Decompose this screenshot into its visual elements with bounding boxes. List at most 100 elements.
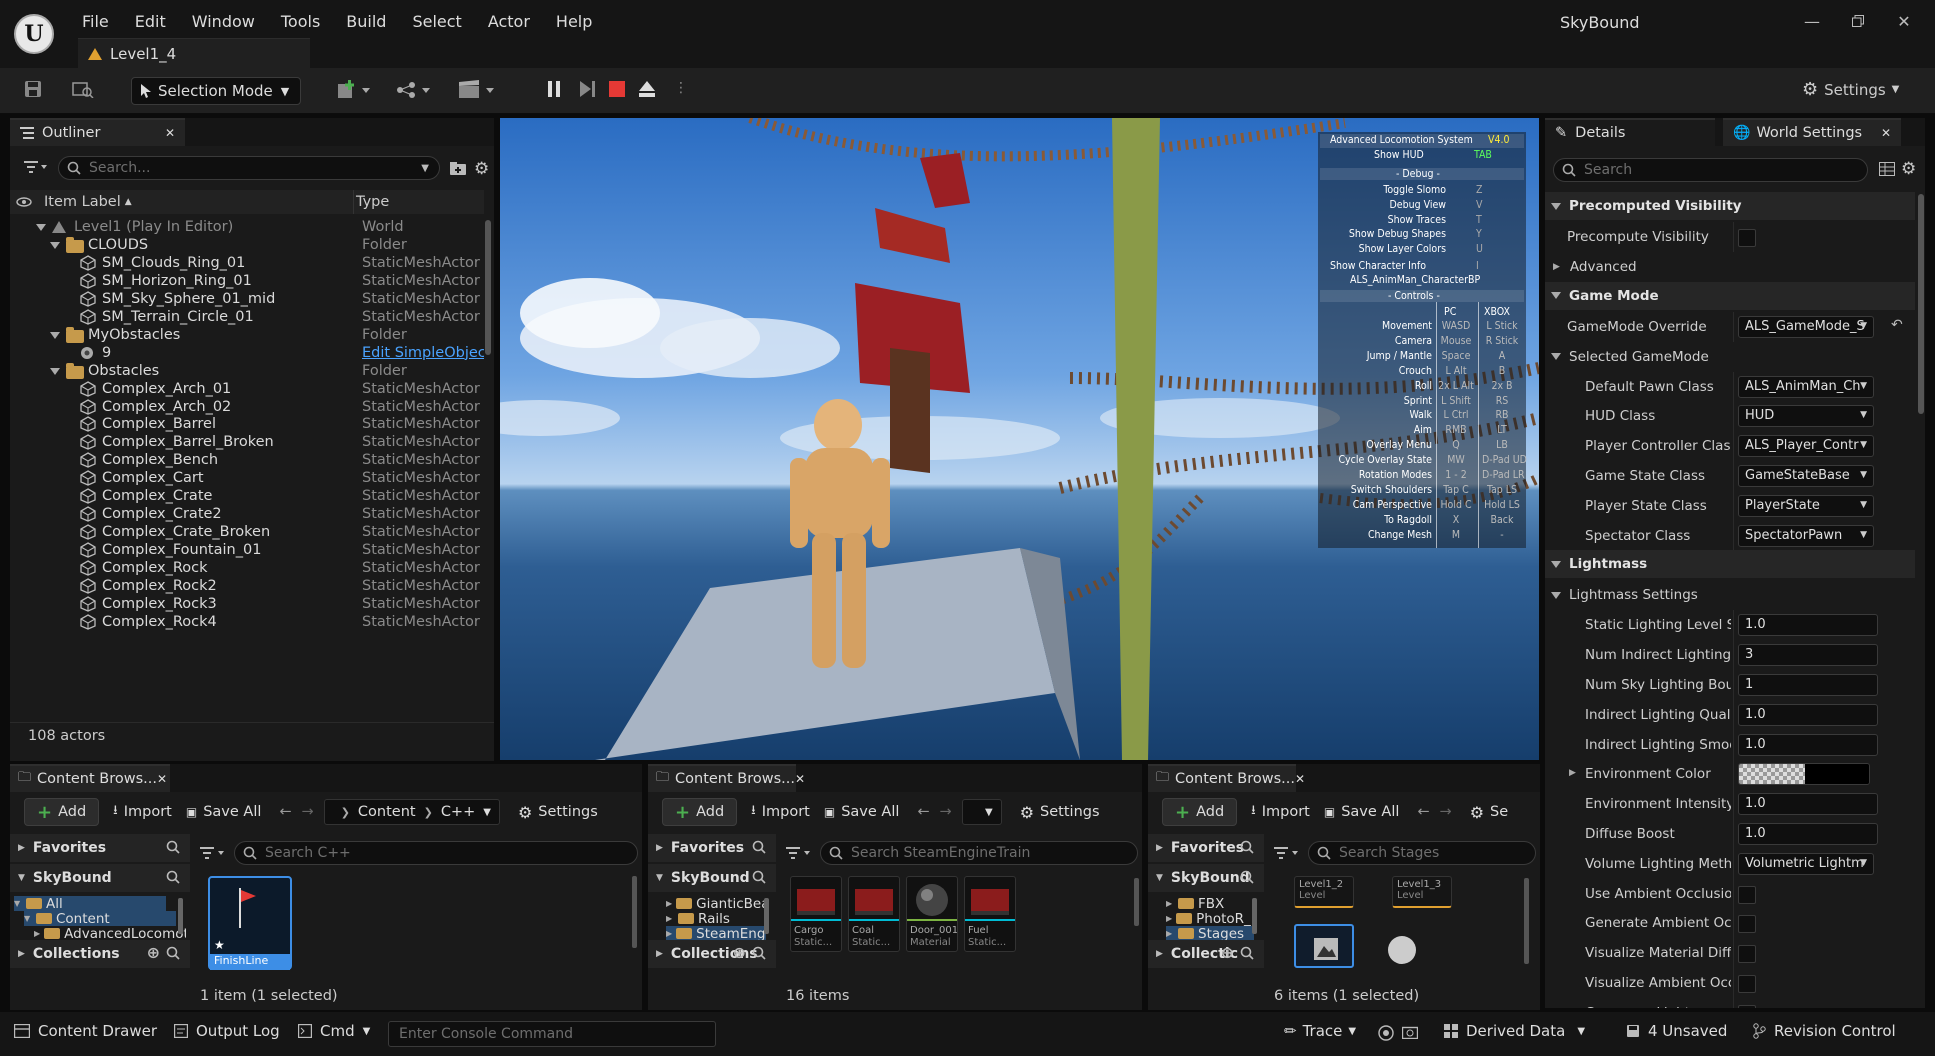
menu-tools[interactable]: Tools	[281, 12, 320, 31]
menu-build[interactable]: Build	[346, 12, 386, 31]
cb-search-input[interactable]: Search C++	[234, 841, 638, 865]
expand-arrow-icon[interactable]: ▶	[1553, 262, 1560, 272]
outliner-row[interactable]: Complex_Rock4 StaticMeshActor	[10, 611, 484, 633]
world-settings-tab[interactable]: 🌐 World Settings ✕	[1723, 118, 1901, 146]
cb-settings-button[interactable]: ⚙ Settings	[1020, 803, 1100, 822]
cb-import-button[interactable]: ⭳ Import	[751, 801, 810, 823]
add-collection-icon[interactable]: ⊕	[1221, 943, 1234, 962]
cb-tree-item[interactable]: ▼ All	[14, 896, 166, 911]
cb-import-button[interactable]: ⭳ Import	[1251, 801, 1310, 823]
menu-window[interactable]: Window	[192, 12, 255, 31]
tree-arrow-icon[interactable]: ▶	[666, 929, 672, 938]
cb-path-breadcrumb[interactable]: ❯ Content ❯ C++ ▼	[323, 799, 500, 825]
cb-project-header[interactable]: ▼ SkyBound	[10, 864, 190, 892]
search-icon[interactable]	[1240, 870, 1254, 884]
stop-icon[interactable]	[608, 80, 626, 98]
cb-asset-tile[interactable]: Fuel Static...	[964, 876, 1016, 952]
restore-icon[interactable]	[1844, 10, 1872, 32]
lightmass-check-checkbox[interactable]	[1738, 885, 1756, 904]
expand-arrow-icon[interactable]: ▶	[18, 949, 25, 959]
cb-search-input[interactable]: Search Stages	[1308, 841, 1536, 865]
cb-asset-tile[interactable]	[1294, 924, 1354, 968]
cb-favorites-header[interactable]: ▶ Favorites	[648, 834, 776, 862]
minimize-icon[interactable]: —	[1798, 10, 1826, 32]
expand-arrow-icon[interactable]: ▼	[18, 873, 25, 883]
save-icon[interactable]	[24, 80, 42, 98]
tree-arrow-icon[interactable]: ▼	[24, 914, 32, 923]
settings-button[interactable]: ⚙ Settings ▼	[1802, 79, 1899, 100]
expand-arrow-icon[interactable]	[50, 331, 60, 339]
screenshot-icon[interactable]	[1402, 1025, 1418, 1039]
cb-add-button[interactable]: + Add	[662, 798, 738, 826]
content-drawer-button[interactable]: Content Drawer	[14, 1022, 157, 1040]
search-icon[interactable]	[752, 840, 766, 854]
cb-settings-button[interactable]: ⚙ Se	[1470, 803, 1508, 822]
outliner-search-input[interactable]: Search... ▼	[58, 156, 440, 180]
lightmass-check-checkbox[interactable]	[1738, 915, 1756, 934]
unreal-logo-icon[interactable]: U	[14, 14, 54, 54]
cb-tree-item[interactable]: ▶ PhotoR_E	[1166, 911, 1254, 926]
details-settings-icon[interactable]: ⚙	[1901, 159, 1916, 179]
cb-tree-scrollbar[interactable]	[178, 898, 183, 934]
cb-project-header[interactable]: ▼ SkyBound	[1148, 864, 1264, 892]
cb-save-all-button[interactable]: ▣ Save All	[186, 804, 262, 820]
gamemode-prop-dropdown[interactable]: GameStateBase ▼	[1738, 465, 1874, 487]
search-icon[interactable]	[166, 870, 180, 884]
add-collection-icon[interactable]: ⊕	[147, 943, 160, 962]
cb-path-segment[interactable]: C++	[441, 804, 475, 820]
close-tab-icon[interactable]: ✕	[1295, 772, 1305, 786]
tree-arrow-icon[interactable]: ▶	[1166, 914, 1172, 923]
cb-tree-item[interactable]: ▶ GianticBea	[666, 896, 766, 911]
cb-asset-scrollbar[interactable]	[1524, 878, 1529, 964]
menu-edit[interactable]: Edit	[135, 12, 166, 31]
selected-gamemode-section[interactable]: Selected GameMode	[1545, 342, 1915, 372]
expand-arrow-icon[interactable]: ▶	[1569, 768, 1576, 778]
precompute-visibility-checkbox[interactable]	[1738, 229, 1756, 247]
menu-file[interactable]: File	[82, 12, 109, 31]
cb-import-button[interactable]: ⭳ Import	[113, 801, 172, 823]
cb-asset-tile[interactable]: Coal Static...	[848, 876, 900, 952]
eye-icon[interactable]	[16, 197, 32, 207]
cb-search-input[interactable]: Search SteamEngineTrain	[820, 841, 1138, 865]
cb-settings-button[interactable]: ⚙ Settings	[518, 803, 598, 822]
tree-arrow-icon[interactable]: ▶	[1166, 929, 1174, 938]
back-icon[interactable]: ←	[1417, 804, 1429, 820]
advanced-section[interactable]: ▶ Advanced	[1545, 252, 1915, 282]
cmd-dropdown[interactable]: Cmd ▼	[298, 1022, 370, 1040]
outliner-tab[interactable]: Outliner ✕	[10, 118, 185, 146]
cb-asset-tile[interactable]: Level1_2 Level	[1294, 876, 1354, 908]
gamemode-prop-dropdown[interactable]: SpectatorPawn ▼	[1738, 524, 1874, 547]
add-collection-icon[interactable]: ⊕	[733, 943, 746, 962]
expand-arrow-icon[interactable]: ▼	[656, 873, 663, 883]
expand-arrow-icon[interactable]: ▶	[18, 843, 25, 853]
item-label-header[interactable]: Item Label	[44, 194, 121, 210]
filter-icon[interactable]	[1274, 846, 1300, 860]
search-icon[interactable]	[1240, 946, 1254, 960]
lightmass-check-checkbox[interactable]	[1738, 945, 1756, 964]
filter-icon[interactable]	[786, 846, 812, 860]
cinematics-icon[interactable]	[458, 80, 498, 100]
search-icon[interactable]	[166, 840, 180, 854]
derived-data-dropdown[interactable]: Derived Data ▼	[1444, 1022, 1585, 1040]
cb-save-all-button[interactable]: ▣ Save All	[1324, 804, 1400, 820]
lightmass-prop-input[interactable]: 1	[1738, 674, 1878, 696]
cb-add-button[interactable]: + Add	[24, 798, 100, 826]
table-view-icon[interactable]	[1879, 162, 1895, 176]
expand-arrow-icon[interactable]: ▶	[1156, 843, 1163, 853]
cb-asset-tile[interactable]: Cargo Static...	[790, 876, 842, 952]
diffuse-boost-input[interactable]: 1.0	[1738, 823, 1878, 845]
collapse-arrow-icon[interactable]	[1551, 353, 1561, 361]
cb-collections-header[interactable]: ▶ Collections ⊕	[648, 940, 776, 968]
chevron-down-icon[interactable]: ▼	[985, 807, 993, 818]
cb-favorites-header[interactable]: ▶ Favorites	[10, 834, 190, 862]
add-folder-icon[interactable]	[450, 161, 466, 175]
filter-icon[interactable]	[200, 846, 226, 860]
search-icon[interactable]	[166, 946, 180, 960]
outliner-row-type[interactable]: Edit SimpleObjec	[362, 345, 484, 361]
back-icon[interactable]: ←	[917, 804, 929, 820]
expand-arrow-icon[interactable]: ▶	[1156, 949, 1163, 959]
tree-arrow-icon[interactable]: ▶	[1166, 899, 1174, 908]
cb-asset-tile[interactable]: ★ FinishLine	[208, 876, 292, 970]
cb-tree-item[interactable]: ▼ Content	[24, 911, 176, 926]
forward-icon[interactable]: →	[940, 804, 952, 820]
